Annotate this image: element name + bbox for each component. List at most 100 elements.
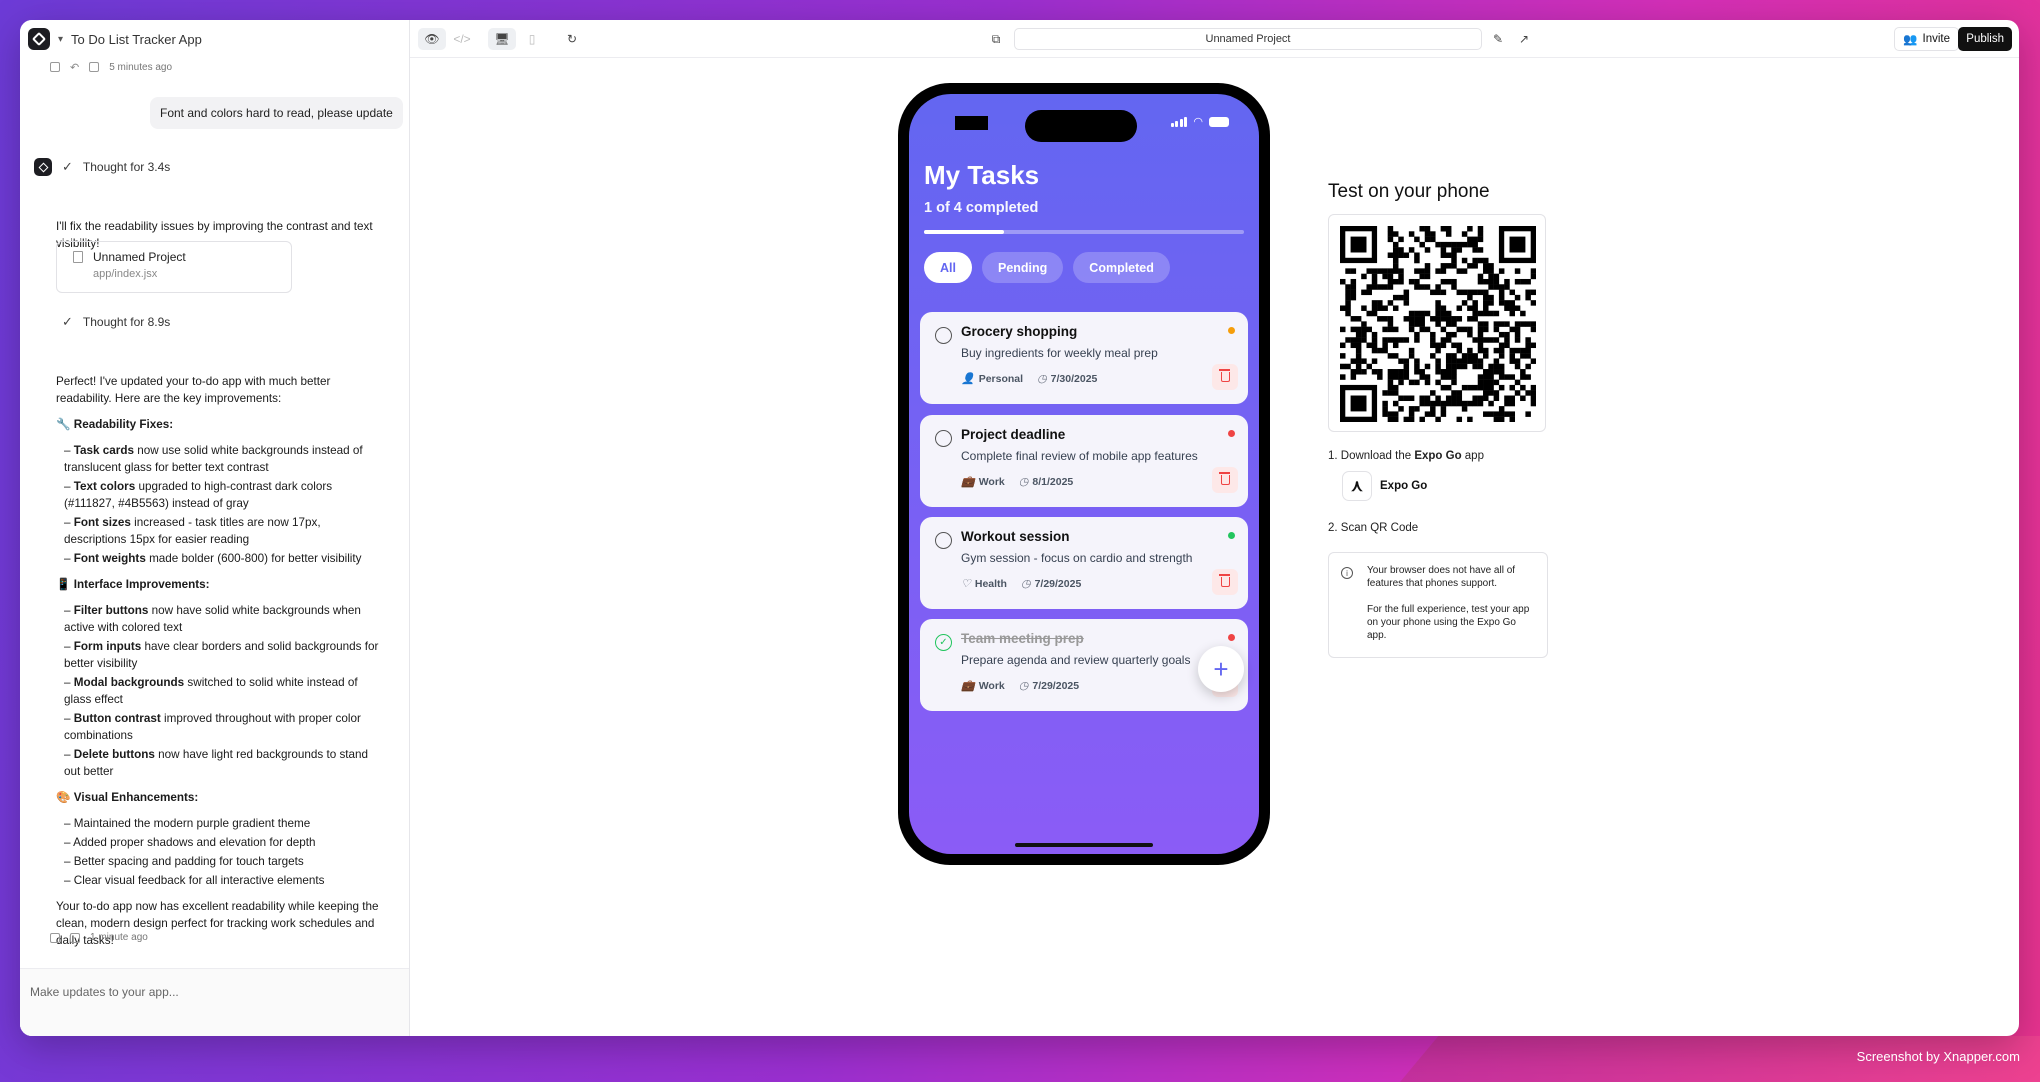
task-checkbox-checked[interactable]: ✓	[935, 634, 952, 651]
task-meta: 👤 Personal ◷ 7/30/2025	[961, 372, 1097, 386]
task-date: 7/29/2025	[1032, 679, 1080, 692]
test-panel-title: Test on your phone	[1328, 181, 1490, 202]
list-item: – Maintained the modern purple gradient …	[64, 817, 311, 830]
task-checkbox[interactable]	[935, 327, 952, 344]
notice-line-1: Your browser does not have all of featur…	[1367, 565, 1516, 589]
task-description: Complete final review of mobile app feat…	[961, 449, 1198, 463]
list-item: – Form inputs have clear borders and sol…	[64, 640, 379, 670]
phone-screen: ◠ My Tasks 1 of 4 completed All Pending …	[909, 94, 1259, 854]
users-icon: 👥	[1903, 34, 1918, 46]
list-item: – Clear visual feedback for all interact…	[64, 874, 325, 887]
composer-input[interactable]: Make updates to your app...	[20, 968, 409, 1036]
progress-bar	[924, 230, 1244, 234]
user-message: Font and colors hard to read, please upd…	[150, 97, 403, 129]
task-checkbox[interactable]	[935, 532, 952, 549]
priority-dot	[1228, 327, 1235, 334]
task-card[interactable]: Grocery shopping Buy ingredients for wee…	[920, 312, 1248, 404]
briefcase-icon: 💼	[961, 680, 975, 692]
expo-go-icon: ⋏	[1342, 471, 1372, 501]
trash-icon	[1218, 472, 1230, 485]
task-card[interactable]: Project deadline Complete final review o…	[920, 415, 1248, 507]
list-item: – Font weights made bolder (600-800) for…	[64, 552, 362, 565]
list-item: – Task cards now use solid white backgro…	[64, 444, 363, 474]
step-1: 1. Download the Expo Go app	[1328, 450, 1484, 462]
task-date: 8/1/2025	[1032, 475, 1074, 488]
expo-go-label: Expo Go	[1380, 480, 1428, 492]
url-bar[interactable]: Unnamed Project	[1014, 28, 1482, 50]
chevron-down-icon[interactable]: ▾	[58, 34, 63, 45]
app-title[interactable]: To Do List Tracker App	[71, 32, 202, 47]
page-title: My Tasks	[924, 160, 1040, 190]
assistant-avatar	[34, 158, 52, 176]
task-date: 7/29/2025	[1034, 577, 1082, 590]
info-icon: i	[1341, 567, 1353, 579]
section-title: 🎨 Visual Enhancements:	[56, 791, 199, 804]
filter-tabs: All Pending Completed	[924, 252, 1170, 283]
app-window: ▾ To Do List Tracker App ↶ 5 minutes ago…	[20, 20, 2019, 1036]
external-link-icon[interactable]: ↗	[1510, 28, 1538, 50]
task-title: Workout session	[961, 529, 1070, 544]
qr-code-image	[1340, 226, 1537, 423]
status-time	[955, 116, 988, 130]
task-card[interactable]: Workout session Gym session - focus on c…	[920, 517, 1248, 609]
thought-row-2[interactable]: ✓ Thought for 8.9s	[62, 314, 170, 330]
pencil-icon[interactable]: ✎	[1484, 28, 1512, 50]
invite-label: Invite	[1922, 33, 1951, 45]
copy-icon[interactable]	[50, 932, 60, 943]
list-item: – Font sizes increased - task titles are…	[64, 516, 321, 546]
task-checkbox[interactable]	[935, 430, 952, 447]
status-icons: ◠	[1170, 115, 1229, 128]
check-icon: ✓	[62, 314, 73, 329]
publish-button[interactable]: Publish	[1958, 27, 2012, 51]
task-category: Personal	[978, 372, 1024, 385]
calendar-icon	[70, 932, 80, 943]
app-logo-icon[interactable]	[28, 28, 50, 50]
preview-toolbar: 👁 </> 🖥 ▯ ↻ ⧉ Unnamed Project ✎ ↗ 👥 Invi…	[410, 20, 2019, 58]
mobile-icon[interactable]: ▯	[518, 28, 546, 50]
signal-icon	[1170, 116, 1188, 127]
expo-go-link[interactable]: ⋏ Expo Go	[1342, 471, 1427, 501]
eye-icon[interactable]: 👁	[418, 27, 446, 50]
code-icon[interactable]: </>	[448, 28, 476, 50]
calendar-icon	[89, 62, 100, 72]
task-description: Prepare agenda and review quarterly goal…	[961, 653, 1191, 667]
task-description: Gym session - focus on cardio and streng…	[961, 551, 1193, 565]
copy-icon[interactable]	[50, 62, 60, 72]
filter-all[interactable]: All	[924, 252, 972, 283]
timestamp: 1 minute ago	[90, 932, 148, 943]
trash-icon	[1218, 574, 1230, 587]
invite-button[interactable]: 👥 Invite	[1894, 27, 1959, 51]
filter-completed[interactable]: Completed	[1073, 252, 1170, 283]
filter-pending[interactable]: Pending	[981, 252, 1064, 283]
undo-icon[interactable]: ↶	[70, 61, 79, 74]
list-item: – Better spacing and padding for touch t…	[64, 855, 304, 868]
refresh-icon[interactable]: ↻	[558, 28, 586, 50]
task-title: Project deadline	[961, 427, 1066, 442]
trash-icon	[1218, 369, 1230, 382]
chat-panel: ▾ To Do List Tracker App ↶ 5 minutes ago…	[20, 20, 410, 1036]
delete-button[interactable]	[1212, 569, 1238, 595]
browser-notice: i Your browser does not have all of feat…	[1328, 552, 1548, 658]
assistant-summary: Perfect! I've updated your to-do app wit…	[56, 375, 331, 405]
timestamp: 5 minutes ago	[109, 61, 173, 73]
delete-button[interactable]	[1212, 364, 1238, 390]
desktop-icon[interactable]: 🖥	[488, 27, 516, 50]
section-title: 📱 Interface Improvements:	[56, 578, 210, 591]
home-indicator	[1015, 843, 1153, 847]
delete-button[interactable]	[1212, 467, 1238, 493]
add-task-button[interactable]: +	[1198, 646, 1244, 692]
task-description: Buy ingredients for weekly meal prep	[961, 346, 1158, 360]
clock-icon: ◷	[1018, 680, 1029, 692]
check-icon: ✓	[62, 159, 73, 174]
priority-dot	[1228, 430, 1235, 437]
dynamic-island	[1025, 110, 1137, 142]
list-item: – Text colors upgraded to high-contrast …	[64, 480, 333, 510]
file-card[interactable]: Unnamed Project app/index.jsx	[56, 241, 292, 293]
clock-icon: ◷	[1018, 476, 1029, 488]
phone-frame: ◠ My Tasks 1 of 4 completed All Pending …	[898, 83, 1270, 865]
thought-row[interactable]: ✓ Thought for 3.4s	[34, 158, 170, 176]
qr-code[interactable]	[1328, 214, 1546, 432]
task-category: Work	[978, 475, 1005, 488]
copy-url-icon[interactable]: ⧉	[982, 28, 1010, 50]
task-category: Work	[978, 679, 1005, 692]
